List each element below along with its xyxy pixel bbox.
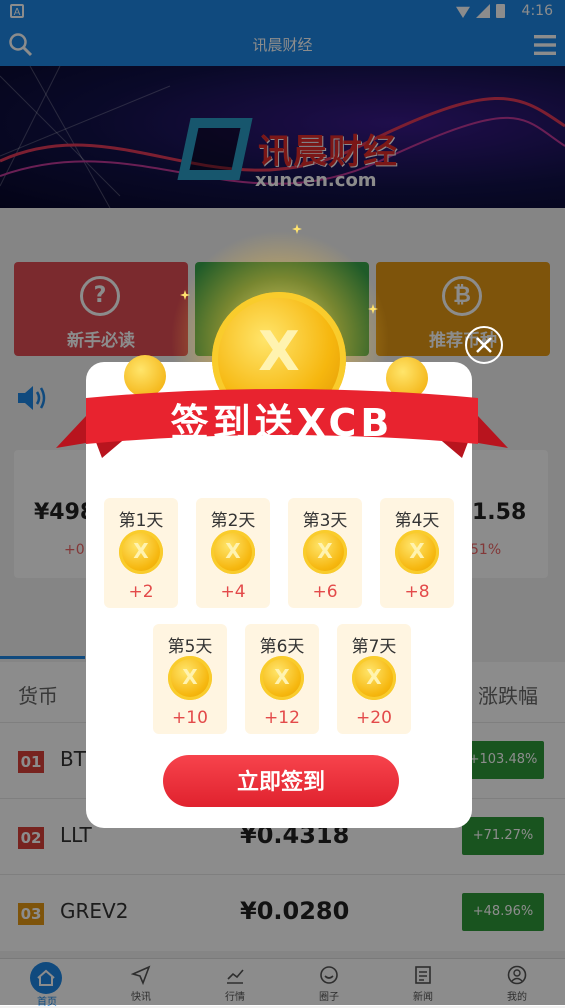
day-reward: +8 bbox=[404, 582, 430, 602]
day-card: 第1天 X +2 bbox=[104, 498, 178, 608]
day-card: 第3天 X +6 bbox=[288, 498, 362, 608]
day-reward: +6 bbox=[312, 582, 338, 602]
close-button[interactable] bbox=[465, 326, 503, 364]
day-label: 第3天 bbox=[302, 511, 348, 531]
coin-letter: X bbox=[258, 320, 300, 383]
day-card: 第4天 X +8 bbox=[380, 498, 454, 608]
coin-letter: X bbox=[409, 539, 425, 563]
day-card: 第5天 X +10 bbox=[153, 624, 227, 734]
coin-icon: X bbox=[119, 530, 163, 574]
coin-icon: X bbox=[211, 530, 255, 574]
coin-letter: X bbox=[182, 665, 198, 689]
coin-letter: X bbox=[274, 665, 290, 689]
day-label: 第5天 bbox=[167, 637, 213, 657]
day-label: 第6天 bbox=[259, 637, 305, 657]
day-reward: +10 bbox=[172, 708, 208, 728]
day-reward: +4 bbox=[220, 582, 246, 602]
day-reward: +12 bbox=[264, 708, 300, 728]
day-label: 第7天 bbox=[351, 637, 397, 657]
coin-icon: X bbox=[168, 656, 212, 700]
day-label: 第2天 bbox=[210, 511, 256, 531]
coin-letter: X bbox=[225, 539, 241, 563]
day-card: 第6天 X +12 bbox=[245, 624, 319, 734]
sign-in-now-button[interactable]: 立即签到 bbox=[163, 755, 399, 807]
day-card: 第2天 X +4 bbox=[196, 498, 270, 608]
coin-icon: X bbox=[352, 656, 396, 700]
day-label: 第4天 bbox=[394, 511, 440, 531]
day-label: 第1天 bbox=[118, 511, 164, 531]
coin-letter: X bbox=[133, 539, 149, 563]
coin-letter: X bbox=[366, 665, 382, 689]
close-icon bbox=[476, 337, 492, 353]
modal-title: 签到送XCB bbox=[170, 401, 394, 445]
coin-letter: X bbox=[317, 539, 333, 563]
day-card: 第7天 X +20 bbox=[337, 624, 411, 734]
day-reward: +20 bbox=[356, 708, 392, 728]
coin-icon: X bbox=[303, 530, 347, 574]
day-reward: +2 bbox=[128, 582, 154, 602]
coin-icon: X bbox=[395, 530, 439, 574]
coin-icon: X bbox=[260, 656, 304, 700]
